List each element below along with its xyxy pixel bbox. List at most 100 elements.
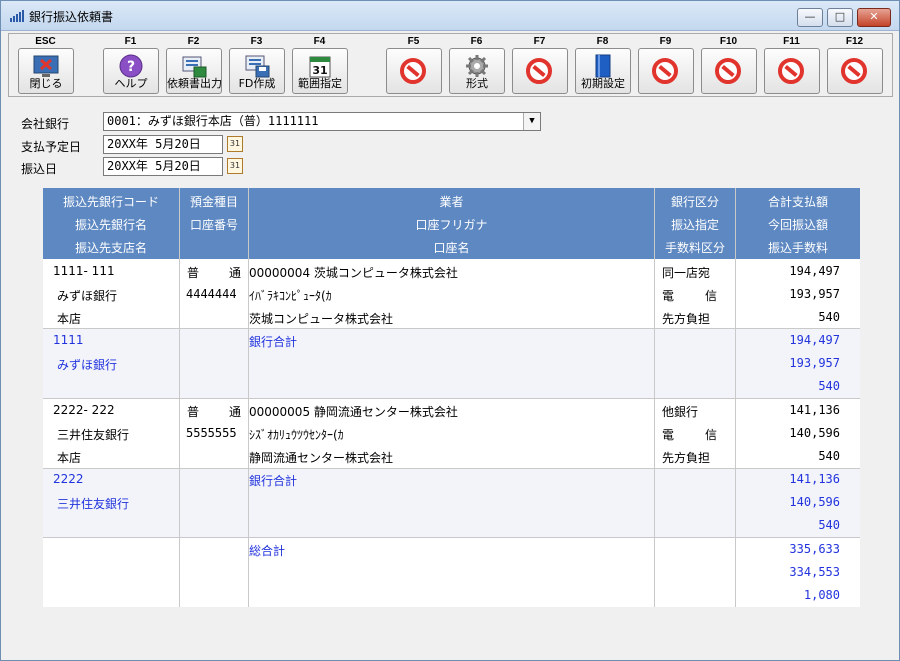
subtotal-current-cell: 193,957 [789,356,840,370]
bank-kubun-cell: 同一店宛 [662,266,711,280]
account-name-cell: 茨城コンピュータ株式会社 [249,312,394,326]
fkey-label: F8 [596,36,609,47]
window-title: 銀行振込依頼書 [29,10,114,24]
fkey-label: F7 [533,36,546,47]
total-payment-cell: 194,497 [789,264,840,278]
close-window-button[interactable]: ✕ [857,8,891,27]
calendar-icon[interactable]: 31 [227,158,243,174]
subtotal-code-cell: 1111 [53,333,84,347]
header-bank-code: 振込先銀行コード [62,195,159,209]
fkey-f9: F9 [634,34,697,96]
fkey-label: F3 [250,36,263,47]
disabled-icon [841,58,869,84]
fkey-label: F6 [470,36,483,47]
f11-disabled-button[interactable] [764,48,820,94]
fkey-label: ESC [35,36,56,47]
header-transfer-method: 振込指定 [670,218,719,232]
maximize-button[interactable]: □ [827,8,853,27]
deposit-type-cell: 普 [187,405,200,419]
grand-total-label: 総合計 [249,544,286,558]
subtotal-label-cell: 銀行合計 [249,335,298,349]
fkey-label: F5 [407,36,420,47]
header-bank-name: 振込先銀行名 [74,218,147,232]
total-payment-cell: 141,136 [789,403,840,417]
header-deposit-type: 預金種目 [189,195,238,209]
app-logo-icon [10,10,24,22]
transfer-method-cell: 信 [705,289,718,303]
pay-date-row: 支払予定日 20XX年 5月20日 31 [21,135,251,155]
grand-total-transfer: 334,553 [789,565,840,579]
transfer-fee-cell: 540 [818,449,840,463]
print-request-button[interactable]: 依頼書出力 [166,48,222,94]
subtotal-fee-cell: 540 [818,518,840,532]
help-button-label: ヘルプ [114,77,148,90]
f12-disabled-button[interactable] [827,48,883,94]
transfer-date-input[interactable]: 20XX年 5月20日 [103,157,223,176]
transfer-method-cell: 信 [705,428,718,442]
function-key-toolbar: ESC 閉じる F1 ? ヘルプ F2 依頼書出力 F3 FD作成 F4 31 … [8,33,893,97]
fkey-label: F11 [783,36,800,47]
header-account-name: 口座名 [433,241,470,255]
print-request-label: 依頼書出力 [167,77,222,90]
header-fee-kubun: 手数料区分 [664,241,725,255]
minimize-button[interactable]: — [797,8,823,27]
transfer-table: 振込先銀行コード 振込先銀行名 振込先支店名 預金種目 口座番号 業者 口座フリ… [43,188,860,607]
fkey-f6: F6 形式 [445,34,508,96]
header-current-transfer: 今回振込額 [767,218,828,232]
fkey-f11: F11 [760,34,823,96]
subtotal-fee-cell: 540 [818,379,840,393]
fkey-f4: F4 31 範囲指定 [288,34,351,96]
format-button[interactable]: 形式 [449,48,505,94]
deposit-type-cell: 普 [187,266,200,280]
account-number-cell: 5555555 [186,426,237,440]
fkey-f7: F7 [508,34,571,96]
fkey-label: F10 [719,36,738,47]
transfer-method-cell: 電 [662,428,675,442]
vendor-cell: 00000005 静岡流通センター株式会社 [249,405,458,419]
branch-name-cell: 本店 [57,312,82,326]
company-bank-label: 会社銀行 [21,117,70,131]
fkey-label: F4 [313,36,326,47]
range-select-label: 範囲指定 [298,77,342,90]
header-transfer-fee: 振込手数料 [767,241,828,255]
header-branch-name: 振込先支店名 [74,241,147,255]
fd-create-button[interactable]: FD作成 [229,48,285,94]
chevron-down-icon[interactable]: ▼ [523,113,540,130]
pay-date-input[interactable]: 20XX年 5月20日 [103,135,223,154]
fee-kubun-cell: 先方負担 [662,451,711,465]
close-button[interactable]: 閉じる [18,48,74,94]
company-bank-select[interactable]: 0001：みずほ銀行本店（普）1111111 ▼ [103,112,541,131]
subtotal-bank-cell: みずほ銀行 [57,358,118,372]
vendor-cell: 00000004 茨城コンピュータ株式会社 [249,266,458,280]
fkey-f5: F5 [382,34,445,96]
fkey-f10: F10 [697,34,760,96]
fkey-label: F2 [187,36,200,47]
range-select-button[interactable]: 31 範囲指定 [292,48,348,94]
subtotal-total-cell: 141,136 [789,472,840,486]
branch-name-cell: 本店 [57,451,82,465]
help-button[interactable]: ? ヘルプ [103,48,159,94]
disabled-icon [400,58,428,84]
disabled-icon [715,58,743,84]
fkey-f12: F12 [823,34,886,96]
title-bar[interactable]: 銀行振込依頼書 — □ ✕ [1,1,899,31]
format-label: 形式 [466,77,488,90]
fee-kubun-cell: 先方負担 [662,312,711,326]
fkey-f8: F8 初期設定 [571,34,634,96]
f5-disabled-button[interactable] [386,48,442,94]
bank-code-cell: 2222- 222 [53,403,115,417]
f7-disabled-button[interactable] [512,48,568,94]
f10-disabled-button[interactable] [701,48,757,94]
bank-code-cell: 1111- 111 [53,264,115,278]
f9-disabled-button[interactable] [638,48,694,94]
initial-settings-button[interactable]: 初期設定 [575,48,631,94]
grand-total-payment: 335,633 [789,542,840,556]
disabled-icon [778,58,806,84]
fkey-label: F9 [659,36,672,47]
subtotal-bank-cell: 三井住友銀行 [57,497,130,511]
fd-create-label: FD作成 [238,77,276,90]
header-total-payment: 合計支払額 [767,195,828,209]
calendar-icon[interactable]: 31 [227,136,243,152]
deposit-type-cell: 通 [229,266,242,280]
fkey-label: F12 [845,36,864,47]
